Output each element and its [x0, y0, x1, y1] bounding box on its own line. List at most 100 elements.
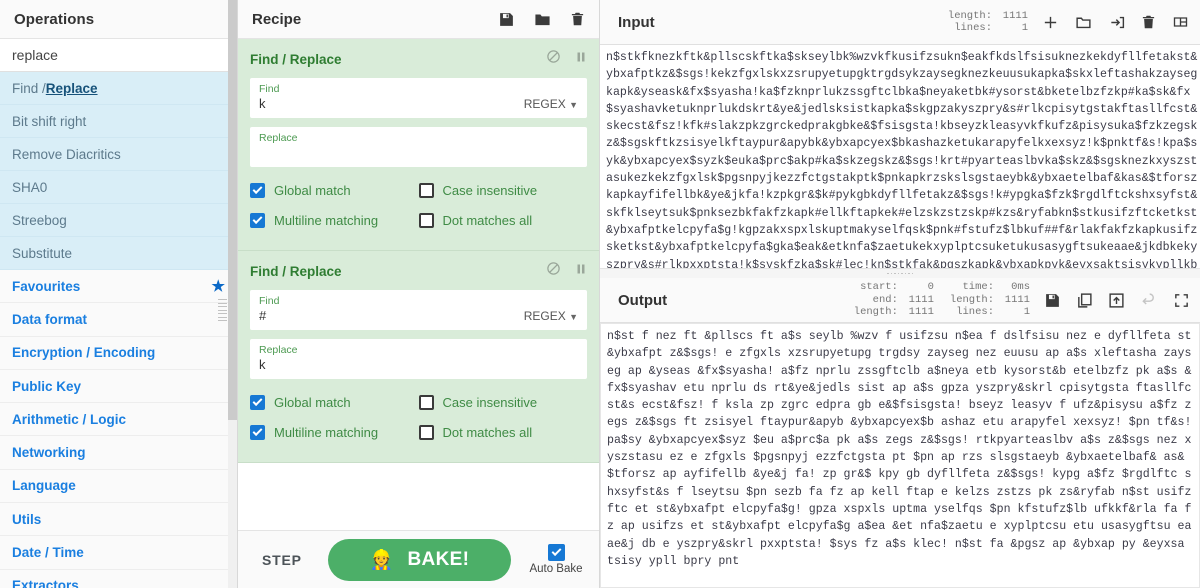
category-label: Arithmetic / Logic [12, 411, 127, 427]
trash-icon[interactable] [570, 10, 585, 28]
reset-layout-icon[interactable] [1171, 14, 1190, 30]
operation-result-label: Substitute [12, 245, 73, 261]
breakpoint-icon[interactable] [575, 262, 587, 281]
operations-scrollbar-thumb[interactable] [228, 0, 237, 420]
output-length-label: length: [853, 306, 898, 319]
open-folder-as-input-icon[interactable] [1108, 14, 1126, 31]
recipe-operation-header: Find / Replace [250, 259, 587, 290]
output-end-value: 1111 [908, 293, 934, 306]
bake-button[interactable]: 👷 BAKE! [327, 538, 511, 581]
sidebar-item-data-format[interactable]: Data format [0, 303, 237, 337]
operation-result-5[interactable]: Substitute [0, 237, 237, 270]
sidebar-item-networking[interactable]: Networking [0, 436, 237, 470]
find-field[interactable]: Find k REGEX ▼ [250, 78, 587, 118]
recipe-operation-title: Find / Replace [250, 263, 342, 279]
output-lines-value: 1 [1023, 306, 1030, 319]
checkbox-dot-matches-all[interactable]: Dot matches all [418, 213, 588, 228]
disable-icon[interactable] [546, 261, 561, 281]
sidebar-item-language[interactable]: Language [0, 469, 237, 504]
sidebar-item-utils[interactable]: Utils [0, 503, 237, 537]
find-field-label: Find [259, 83, 280, 95]
bake-button-label: BAKE! [407, 548, 470, 570]
maximise-icon[interactable] [1173, 292, 1190, 309]
save-icon[interactable] [498, 11, 515, 28]
sidebar-item-date-time[interactable]: Date / Time [0, 536, 237, 570]
chevron-down-icon: ▼ [569, 100, 578, 110]
copy-icon[interactable] [1076, 292, 1093, 309]
replace-field[interactable]: Replace k [250, 339, 587, 379]
operation-result-0[interactable]: Find / Replace [0, 72, 237, 105]
output-olength-label: length: [949, 293, 994, 306]
checkbox-label: Case insensitive [442, 183, 538, 198]
output-header-icons [1044, 292, 1190, 309]
operation-search-results: Find / Replace Bit shift right Remove Diac… [0, 72, 237, 270]
auto-bake-toggle[interactable]: Auto Bake [525, 544, 587, 575]
checkbox-case-insensitive[interactable]: Case insensitive [418, 395, 588, 410]
find-field-type-select[interactable]: REGEX ▼ [524, 309, 578, 324]
operations-title: Operations [0, 0, 237, 39]
checkbox-global-match[interactable]: Global match [250, 395, 419, 410]
recipe-operation-header: Find / Replace [250, 47, 587, 78]
checkbox-box[interactable] [418, 183, 434, 198]
sidebar-item-public-key[interactable]: Public Key [0, 369, 237, 404]
output-start-value: 0 [927, 281, 934, 294]
checkbox-box[interactable] [250, 183, 265, 198]
find-field-value[interactable]: k [259, 96, 524, 112]
undo-icon[interactable] [1140, 292, 1158, 309]
checkbox-dot-matches-all[interactable]: Dot matches all [418, 425, 588, 440]
operation-result-1[interactable]: Bit shift right [0, 105, 237, 138]
checkbox-multiline-matching[interactable]: Multiline matching [250, 425, 419, 440]
checkbox-box[interactable] [250, 213, 265, 228]
io-splitter[interactable] [600, 268, 1200, 278]
checkbox-global-match[interactable]: Global match [250, 183, 419, 198]
replace-input-icon[interactable] [1108, 292, 1125, 309]
input-textarea[interactable]: n$stkfknezkftk&pllscskftka$skseylbk%wzvk… [600, 45, 1200, 268]
trash-icon[interactable] [1141, 13, 1156, 31]
operation-result-3[interactable]: SHA0 [0, 171, 237, 204]
sidebar-item-extractors[interactable]: Extractors [0, 569, 237, 588]
operations-search-row[interactable] [0, 39, 237, 72]
find-field-type-select[interactable]: REGEX ▼ [524, 97, 578, 112]
checkbox-box[interactable] [418, 395, 434, 410]
operation-result-4[interactable]: Streebog [0, 204, 237, 237]
sidebar-item-encryption-encoding[interactable]: Encryption / Encoding [0, 336, 237, 370]
step-button[interactable]: STEP [250, 544, 314, 576]
folder-open-icon[interactable] [1074, 14, 1093, 31]
checkbox-multiline-matching[interactable]: Multiline matching [250, 213, 419, 228]
sidebar-item-favourites[interactable]: Favourites ★ [0, 270, 237, 304]
replace-field-value[interactable] [259, 145, 578, 161]
replace-field[interactable]: Replace [250, 127, 587, 167]
output-end-label: end: [872, 293, 898, 306]
recipe-header-icons [498, 10, 585, 28]
search-input[interactable] [0, 47, 237, 63]
checkbox-label: Multiline matching [274, 425, 379, 440]
operations-pane-resize-handle[interactable] [218, 299, 227, 321]
checkbox-case-insensitive[interactable]: Case insensitive [418, 183, 588, 198]
recipe-title: Recipe [252, 10, 302, 28]
operation-result-2[interactable]: Remove Diacritics [0, 138, 237, 171]
output-title: Output [618, 291, 668, 309]
operation-result-highlight: Replace [45, 80, 98, 96]
operation-result-label: SHA0 [12, 179, 48, 195]
recipe-operation[interactable]: Find / Replace Find k REGEX ▼ Replace Global … [238, 39, 599, 251]
recipe-operation-list[interactable]: Find / Replace Find k REGEX ▼ Replace Global … [238, 39, 599, 530]
output-textarea[interactable]: n$st f nez ft &pllscs ft a$s seylb %wzv … [600, 323, 1200, 588]
replace-field-value[interactable]: k [259, 357, 578, 373]
save-icon[interactable] [1044, 292, 1061, 309]
checkbox-box[interactable] [250, 395, 265, 410]
find-field[interactable]: Find # REGEX ▼ [250, 290, 587, 330]
checkbox-box[interactable] [418, 213, 434, 228]
breakpoint-icon[interactable] [575, 50, 587, 69]
add-tab-icon[interactable] [1042, 14, 1059, 31]
input-header-icons [1042, 13, 1190, 31]
find-field-value[interactable]: # [259, 308, 524, 324]
auto-bake-label: Auto Bake [529, 563, 583, 575]
auto-bake-checkbox[interactable] [547, 544, 565, 561]
checkbox-label: Case insensitive [442, 395, 538, 410]
recipe-operation[interactable]: Find / Replace Find # REGEX ▼ Replace k Global… [238, 251, 599, 463]
sidebar-item-arithmetic-logic[interactable]: Arithmetic / Logic [0, 403, 237, 437]
checkbox-box[interactable] [418, 425, 434, 440]
checkbox-box[interactable] [250, 425, 265, 440]
disable-icon[interactable] [546, 49, 561, 69]
folder-icon[interactable] [533, 11, 552, 28]
